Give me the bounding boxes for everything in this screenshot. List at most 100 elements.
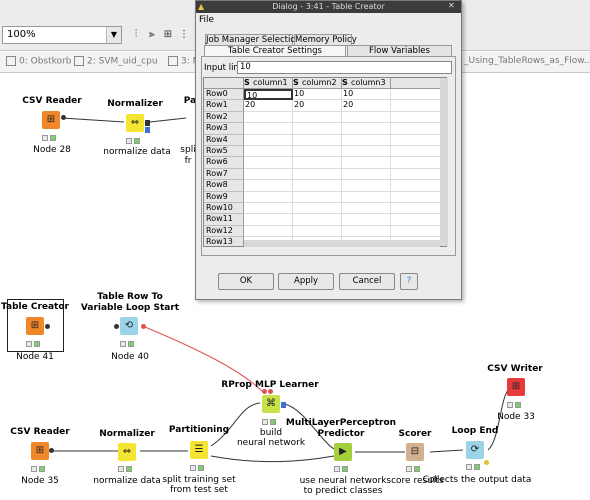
row-header[interactable]: Row4: [204, 134, 244, 146]
table-cell[interactable]: 10: [342, 89, 391, 101]
table-cell[interactable]: [342, 180, 391, 192]
row-header[interactable]: Row8: [204, 180, 244, 192]
menu-file[interactable]: File: [199, 15, 214, 25]
row-header[interactable]: Row7: [204, 168, 244, 181]
variable-port[interactable]: [141, 324, 146, 329]
table-cell[interactable]: [342, 168, 391, 181]
output-port[interactable]: [61, 115, 66, 120]
table-cell[interactable]: [391, 134, 441, 146]
table-cell[interactable]: [244, 123, 293, 135]
row-header[interactable]: Row0: [204, 89, 244, 101]
table-cell[interactable]: [391, 180, 441, 192]
apply-button[interactable]: Apply: [278, 273, 334, 290]
table-cell[interactable]: [391, 191, 441, 203]
loop-end-node[interactable]: ⟳: [466, 441, 484, 459]
variable-port[interactable]: [268, 389, 273, 394]
partitioning-node[interactable]: ☰: [190, 441, 208, 459]
table-cell[interactable]: [342, 191, 391, 203]
csv-writer-node[interactable]: ⊞: [507, 378, 525, 396]
input-port[interactable]: [114, 324, 119, 329]
cancel-button[interactable]: Cancel: [339, 273, 395, 290]
table-cell[interactable]: [293, 146, 342, 158]
table-cell[interactable]: 20: [244, 100, 293, 112]
table-cell[interactable]: [293, 203, 342, 215]
table-cell[interactable]: [244, 111, 293, 124]
normalizer-node[interactable]: ⇔: [118, 443, 136, 461]
table-cell[interactable]: [342, 225, 391, 238]
row-header[interactable]: Row13: [204, 237, 244, 246]
vertical-scrollbar[interactable]: [440, 78, 448, 246]
table-cell[interactable]: [342, 123, 391, 135]
table-cell[interactable]: [293, 180, 342, 192]
ok-button[interactable]: OK: [218, 273, 274, 290]
csv-reader-node[interactable]: ⊞: [31, 442, 49, 460]
output-port[interactable]: [49, 448, 54, 453]
column-header[interactable]: Scolumn1: [244, 78, 293, 89]
table-cell[interactable]: [342, 203, 391, 215]
table-cell[interactable]: [391, 203, 441, 215]
table-cell[interactable]: 20: [293, 100, 342, 112]
table-cell[interactable]: [244, 146, 293, 158]
csv-reader-node[interactable]: ⊞: [42, 111, 60, 129]
table-cell[interactable]: [293, 225, 342, 238]
table-cell[interactable]: [293, 214, 342, 226]
table-cell[interactable]: [244, 214, 293, 226]
row-header[interactable]: Row6: [204, 157, 244, 169]
help-button[interactable]: ?: [400, 273, 418, 290]
model-port[interactable]: [281, 402, 286, 408]
table-cell[interactable]: 20: [342, 100, 391, 112]
table-cell[interactable]: [342, 157, 391, 169]
row-header[interactable]: Row12: [204, 225, 244, 238]
table-cell[interactable]: [293, 157, 342, 169]
table-cell[interactable]: [244, 168, 293, 181]
column-header[interactable]: [391, 78, 441, 89]
table-creator-node[interactable]: ⊞: [26, 317, 44, 335]
column-header[interactable]: Scolumn3: [342, 78, 391, 89]
table-cell[interactable]: [293, 134, 342, 146]
model-port[interactable]: [145, 127, 150, 133]
table-cell[interactable]: [391, 100, 441, 112]
column-header[interactable]: Scolumn2: [293, 78, 342, 89]
table-cell[interactable]: [244, 180, 293, 192]
loop-start-node[interactable]: ⟲: [120, 317, 138, 335]
row-header[interactable]: Row3: [204, 123, 244, 135]
table-cell[interactable]: [293, 168, 342, 181]
input-line-field[interactable]: 10: [237, 61, 452, 74]
table-grid[interactable]: Scolumn1 Scolumn2 Scolumn3 Row0 10 10 10 Row…: [203, 77, 447, 247]
row-header[interactable]: Row10: [204, 203, 244, 215]
table-cell[interactable]: [244, 191, 293, 203]
mlp-predictor-node[interactable]: ▶: [334, 443, 352, 461]
table-cell[interactable]: [391, 157, 441, 169]
table-cell[interactable]: [244, 134, 293, 146]
normalizer-node[interactable]: ⇔: [126, 114, 144, 132]
table-cell[interactable]: [342, 146, 391, 158]
table-cell[interactable]: [391, 89, 441, 101]
row-header[interactable]: Row2: [204, 111, 244, 124]
table-cell[interactable]: 10: [293, 89, 342, 101]
output-port[interactable]: [45, 324, 50, 329]
table-cell[interactable]: [391, 214, 441, 226]
row-header[interactable]: Row11: [204, 214, 244, 226]
table-cell[interactable]: [293, 123, 342, 135]
variable-port[interactable]: [262, 389, 267, 394]
table-cell[interactable]: [342, 134, 391, 146]
row-header[interactable]: Row5: [204, 146, 244, 158]
table-cell[interactable]: [391, 146, 441, 158]
table-cell[interactable]: [391, 225, 441, 238]
table-cell[interactable]: 10: [244, 89, 293, 101]
table-cell[interactable]: [293, 111, 342, 124]
table-cell[interactable]: [342, 214, 391, 226]
output-port[interactable]: [145, 120, 150, 126]
table-cell[interactable]: [244, 157, 293, 169]
table-cell[interactable]: [293, 191, 342, 203]
table-cell[interactable]: [342, 111, 391, 124]
close-icon[interactable]: ✕: [448, 1, 455, 10]
table-cell[interactable]: [244, 225, 293, 238]
horizontal-scrollbar[interactable]: [244, 240, 440, 247]
table-cell[interactable]: [244, 203, 293, 215]
row-header[interactable]: Row9: [204, 191, 244, 203]
table-cell[interactable]: [391, 168, 441, 181]
table-cell[interactable]: [391, 111, 441, 124]
rprop-mlp-learner-node[interactable]: ⌘: [262, 395, 280, 413]
row-header[interactable]: Row1: [204, 100, 244, 112]
